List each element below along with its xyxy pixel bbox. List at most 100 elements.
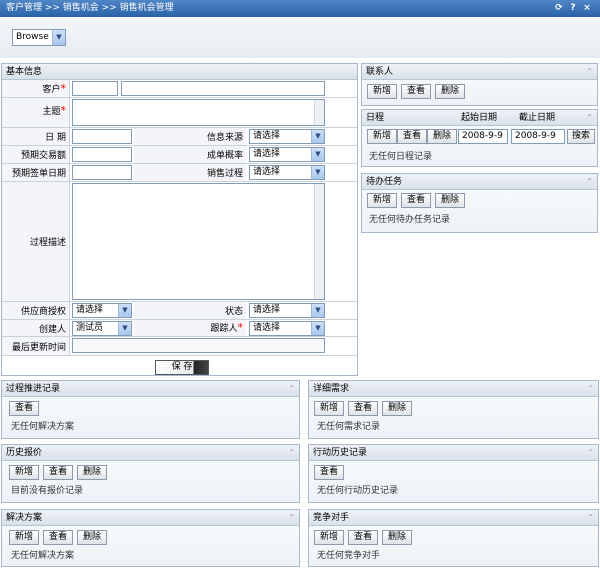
collapse-icon[interactable]: ⌃ bbox=[587, 381, 594, 397]
last-update-label: 最后更新时间 bbox=[11, 343, 66, 353]
col-line bbox=[69, 80, 70, 355]
solutions-view-button[interactable]: 查看 bbox=[43, 530, 73, 545]
tasks-header: 待办任务 ⌃ bbox=[362, 174, 597, 190]
schedule-end-field[interactable]: 2008-9-9 bbox=[511, 129, 565, 144]
row-line bbox=[2, 301, 357, 302]
source-select[interactable]: 请选择 ▼ bbox=[249, 129, 325, 144]
chevron-down-icon: ▼ bbox=[311, 148, 324, 161]
scrollbar[interactable] bbox=[314, 100, 324, 125]
close-icon[interactable]: × bbox=[580, 0, 594, 17]
date-field[interactable] bbox=[72, 129, 132, 144]
customer-id-field[interactable] bbox=[72, 81, 118, 96]
schedule-view-button[interactable]: 查看 bbox=[397, 129, 427, 144]
contacts-title: 联系人 bbox=[366, 67, 394, 77]
quotes-header: 历史报价 ⌃ bbox=[2, 445, 299, 461]
collapse-icon[interactable]: ⌃ bbox=[586, 174, 593, 190]
schedule-search-button[interactable]: 搜索 bbox=[567, 129, 595, 144]
quotes-add-button[interactable]: 新增 bbox=[9, 465, 39, 480]
process-desc-field[interactable] bbox=[72, 183, 325, 300]
competitors-view-button[interactable]: 查看 bbox=[348, 530, 378, 545]
subject-field[interactable] bbox=[72, 99, 325, 126]
row-line bbox=[2, 336, 357, 337]
tasks-delete-button[interactable]: 删除 bbox=[435, 193, 465, 208]
competitors-title: 竞争对手 bbox=[313, 513, 350, 523]
requirements-header: 详细需求 ⌃ bbox=[309, 381, 598, 397]
actions-title: 行动历史记录 bbox=[313, 448, 368, 458]
collapse-icon[interactable]: ⌃ bbox=[288, 445, 295, 461]
chevron-down-icon: ▼ bbox=[118, 304, 131, 317]
schedule-start-field[interactable]: 2008-9-9 bbox=[458, 129, 508, 144]
progress-view-button[interactable]: 查看 bbox=[9, 401, 39, 416]
solutions-add-button[interactable]: 新增 bbox=[9, 530, 39, 545]
expected-sign-date-field[interactable] bbox=[72, 165, 132, 180]
contacts-body: 新增 查看 删除 bbox=[362, 80, 597, 105]
progress-empty-text: 无任何解决方案 bbox=[11, 422, 75, 432]
requirements-add-button[interactable]: 新增 bbox=[314, 401, 344, 416]
row-line bbox=[2, 163, 357, 164]
creator-label: 创建人 bbox=[38, 325, 66, 335]
scrollbar[interactable] bbox=[314, 184, 324, 299]
sales-process-select[interactable]: 请选择 ▼ bbox=[249, 165, 325, 180]
date-label: 日 期 bbox=[45, 133, 66, 143]
collapse-icon[interactable]: ⌃ bbox=[288, 381, 295, 397]
collapse-icon[interactable]: ⌃ bbox=[288, 510, 295, 526]
quotes-panel: 历史报价 ⌃ 新增 查看 删除 目前没有报价记录 bbox=[1, 444, 300, 503]
quotes-delete-button[interactable]: 删除 bbox=[77, 465, 107, 480]
schedule-panel: 日程 起始日期 截止日期 ⌃ 新增 查看 删除 2008-9-9 2008-9-… bbox=[361, 109, 598, 167]
contacts-delete-button[interactable]: 删除 bbox=[435, 84, 465, 99]
competitors-add-button[interactable]: 新增 bbox=[314, 530, 344, 545]
actions-empty-text: 无任何行动历史记录 bbox=[317, 486, 399, 496]
schedule-header: 日程 起始日期 截止日期 ⌃ bbox=[362, 110, 597, 126]
chevron-down-icon: ▼ bbox=[311, 304, 324, 317]
schedule-empty-text: 无任何日程记录 bbox=[369, 152, 433, 162]
breadcrumb: 客户管理 >> 销售机会 >> 销售机会管理 bbox=[6, 3, 174, 13]
competitors-delete-button[interactable]: 删除 bbox=[382, 530, 412, 545]
tasks-title: 待办任务 bbox=[366, 177, 403, 187]
requirements-body: 新增 查看 删除 无任何需求记录 bbox=[309, 397, 598, 438]
competitors-header: 竞争对手 ⌃ bbox=[309, 510, 598, 526]
supplier-auth-select[interactable]: 请选择 ▼ bbox=[72, 303, 132, 318]
collapse-icon[interactable]: ⌃ bbox=[587, 510, 594, 526]
solutions-title: 解决方案 bbox=[6, 513, 43, 523]
row-line bbox=[2, 319, 357, 320]
row-line bbox=[2, 355, 357, 356]
schedule-delete-button[interactable]: 删除 bbox=[427, 129, 457, 144]
collapse-icon[interactable]: ⌃ bbox=[586, 110, 593, 126]
quotes-view-button[interactable]: 查看 bbox=[43, 465, 73, 480]
contacts-panel: 联系人 ⌃ 新增 查看 删除 bbox=[361, 63, 598, 106]
contacts-header: 联系人 ⌃ bbox=[362, 64, 597, 80]
progress-body: 查看 无任何解决方案 bbox=[2, 397, 299, 438]
schedule-title: 日程 bbox=[366, 113, 385, 123]
probability-select[interactable]: 请选择 ▼ bbox=[249, 147, 325, 162]
solutions-header: 解决方案 ⌃ bbox=[2, 510, 299, 526]
mode-bar: Browse ▼ bbox=[0, 18, 600, 58]
contacts-add-button[interactable]: 新增 bbox=[367, 84, 397, 99]
actions-header: 行动历史记录 ⌃ bbox=[309, 445, 598, 461]
collapse-icon[interactable]: ⌃ bbox=[586, 64, 593, 80]
status-select[interactable]: 请选择 ▼ bbox=[249, 303, 325, 318]
requirements-panel: 详细需求 ⌃ 新增 查看 删除 无任何需求记录 bbox=[308, 380, 599, 439]
requirements-delete-button[interactable]: 删除 bbox=[382, 401, 412, 416]
expected-amount-field[interactable] bbox=[72, 147, 132, 162]
follower-select[interactable]: 请选择 ▼ bbox=[249, 321, 325, 336]
contacts-view-button[interactable]: 查看 bbox=[401, 84, 431, 99]
competitors-body: 新增 查看 删除 无任何竞争对手 bbox=[309, 526, 598, 566]
expected-sign-date-label: 预期签单日期 bbox=[11, 169, 66, 179]
solutions-delete-button[interactable]: 删除 bbox=[77, 530, 107, 545]
row-line bbox=[2, 145, 357, 146]
requirements-view-button[interactable]: 查看 bbox=[348, 401, 378, 416]
schedule-add-button[interactable]: 新增 bbox=[367, 129, 397, 144]
actions-view-button[interactable]: 查看 bbox=[314, 465, 344, 480]
tasks-view-button[interactable]: 查看 bbox=[401, 193, 431, 208]
save-button[interactable]: 保 存 bbox=[155, 360, 209, 375]
supplier-auth-label: 供应商授权 bbox=[20, 307, 66, 317]
help-icon[interactable]: ? bbox=[566, 0, 580, 17]
collapse-icon[interactable]: ⌃ bbox=[587, 445, 594, 461]
customer-name-field[interactable] bbox=[121, 81, 325, 96]
requirements-title: 详细需求 bbox=[313, 384, 350, 394]
refresh-icon[interactable]: ⟳ bbox=[552, 0, 566, 17]
creator-select[interactable]: 测试员 ▼ bbox=[72, 321, 132, 336]
tasks-add-button[interactable]: 新增 bbox=[367, 193, 397, 208]
mode-select[interactable]: Browse ▼ bbox=[12, 29, 66, 46]
customer-label: 客户* bbox=[42, 82, 66, 95]
